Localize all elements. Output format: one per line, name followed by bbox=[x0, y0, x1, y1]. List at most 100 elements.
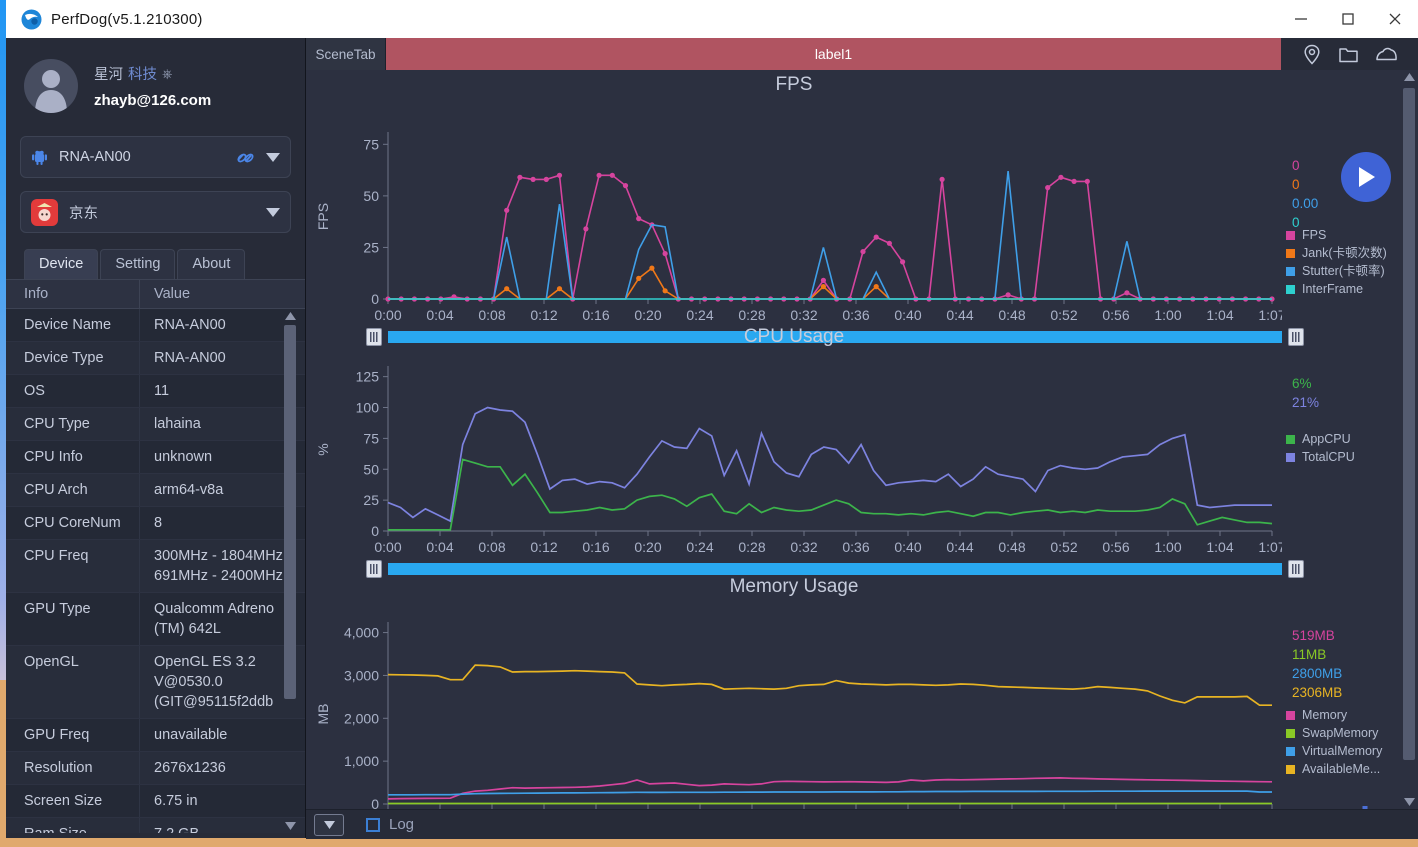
tab-device[interactable]: Device bbox=[24, 249, 99, 279]
window-title-bar: PerfDog(v5.1.210300) bbox=[6, 0, 1418, 38]
jd-app-icon bbox=[31, 198, 58, 226]
legend-value: 0 bbox=[1292, 177, 1300, 192]
legend-value: 519MB bbox=[1292, 628, 1335, 643]
legend-value: 2306MB bbox=[1292, 685, 1343, 700]
maximize-button[interactable] bbox=[1324, 0, 1371, 38]
chart-memory-usage: Memory Usage01,0002,0003,0004,000MB0:000… bbox=[306, 576, 1402, 809]
main-scrollbar[interactable] bbox=[1402, 70, 1416, 809]
cloud-icon[interactable] bbox=[1375, 45, 1398, 63]
svg-text:1:07: 1:07 bbox=[1258, 307, 1282, 323]
svg-text:0:24: 0:24 bbox=[686, 539, 713, 555]
chevron-down-icon[interactable] bbox=[266, 207, 280, 217]
svg-text:FPS: FPS bbox=[315, 203, 331, 230]
legend-item[interactable]: InterFrame bbox=[1286, 280, 1387, 298]
table-cell-value: 6.75 in bbox=[139, 785, 305, 817]
table-cell-key: GPU Freq bbox=[24, 727, 90, 743]
column-header-info: Info bbox=[24, 286, 49, 302]
table-cell-value: 300MHz - 1804MHz 691MHz - 2400MHz bbox=[139, 540, 305, 592]
device-selector[interactable]: RNA-AN00 bbox=[20, 136, 291, 178]
scroll-down-arrow[interactable] bbox=[283, 819, 297, 833]
collapse-panel-button[interactable] bbox=[314, 813, 344, 836]
legend-swatch-icon bbox=[1286, 248, 1295, 258]
legend-item[interactable]: VirtualMemory bbox=[1286, 742, 1382, 760]
app-selector[interactable]: 京东 bbox=[20, 191, 291, 233]
legend-swatch-icon bbox=[1286, 710, 1295, 720]
log-checkbox[interactable] bbox=[366, 817, 380, 832]
svg-text:1:00: 1:00 bbox=[1154, 539, 1181, 555]
table-cell-key: Device Name bbox=[24, 317, 112, 333]
table-cell-value: unavailable bbox=[139, 719, 305, 751]
legend-current-values: 6% 21% bbox=[1292, 374, 1319, 412]
svg-text:0:40: 0:40 bbox=[894, 307, 921, 323]
legend-swatch-icon bbox=[1286, 266, 1295, 276]
table-cell-key: CPU Arch bbox=[24, 482, 88, 498]
account-panel: 星河 科技 ⎈ zhayb@126.com bbox=[6, 38, 305, 130]
svg-text:0:16: 0:16 bbox=[582, 307, 609, 323]
location-pin-icon[interactable] bbox=[1302, 44, 1322, 65]
svg-text:0:28: 0:28 bbox=[738, 307, 765, 323]
svg-text:0:56: 0:56 bbox=[1102, 307, 1129, 323]
table-cell-value: Qualcomm Adreno (TM) 642L bbox=[139, 593, 305, 645]
chevron-down-icon[interactable] bbox=[266, 152, 280, 162]
table-cell-value: 11 bbox=[139, 375, 305, 407]
bottom-bar: Log bbox=[306, 809, 1418, 839]
folder-icon[interactable] bbox=[1338, 45, 1359, 64]
legend-value: 21% bbox=[1292, 395, 1320, 410]
scroll-up-arrow[interactable] bbox=[1402, 70, 1416, 84]
scroll-thumb[interactable] bbox=[284, 325, 296, 699]
svg-text:0:20: 0:20 bbox=[634, 307, 661, 323]
sidebar-scrollbar[interactable] bbox=[283, 309, 297, 833]
table-row: Device Type RNA-AN00 bbox=[6, 342, 305, 375]
legend-item[interactable]: AvailableMe... bbox=[1286, 760, 1382, 778]
legend-value: 0.00 bbox=[1292, 196, 1319, 211]
tab-about[interactable]: About bbox=[177, 249, 246, 279]
legend: AppCPU TotalCPU bbox=[1286, 430, 1355, 466]
close-button[interactable] bbox=[1371, 0, 1418, 38]
window-controls bbox=[1277, 0, 1418, 38]
svg-text:1:07: 1:07 bbox=[1258, 539, 1282, 555]
minimize-button[interactable] bbox=[1277, 0, 1324, 38]
legend-item[interactable]: Stutter(卡顿率) bbox=[1286, 262, 1387, 280]
account-name-part1: 星河 bbox=[94, 67, 123, 83]
label-tab[interactable]: label1 bbox=[386, 38, 1281, 70]
scene-tab[interactable]: SceneTab bbox=[306, 38, 386, 70]
usb-link-icon[interactable] bbox=[235, 149, 256, 166]
table-cell-key: Screen Size bbox=[24, 793, 103, 809]
perfdog-app-window: PerfDog(v5.1.210300) 星河 科技 ⎈ zhayb@126.c… bbox=[0, 0, 1418, 847]
scroll-down-arrow[interactable] bbox=[1402, 795, 1416, 809]
device-table-header: Info Value bbox=[6, 279, 305, 309]
table-row: CPU Arch arm64-v8a bbox=[6, 474, 305, 507]
svg-text:2,000: 2,000 bbox=[344, 710, 379, 726]
legend-label: FPS bbox=[1302, 228, 1327, 242]
svg-text:0:20: 0:20 bbox=[634, 539, 661, 555]
legend-item[interactable]: Jank(卡顿次数) bbox=[1286, 244, 1387, 262]
account-email: zhayb@126.com bbox=[94, 92, 212, 109]
table-row: CPU Info unknown bbox=[6, 441, 305, 474]
legend-item[interactable]: Memory bbox=[1286, 706, 1382, 724]
svg-text:0: 0 bbox=[371, 523, 379, 539]
scroll-up-arrow[interactable] bbox=[283, 309, 297, 323]
legend-item[interactable]: AppCPU bbox=[1286, 430, 1355, 448]
table-cell-key: CPU CoreNum bbox=[24, 515, 121, 531]
power-icon[interactable]: ⎈ bbox=[162, 66, 172, 82]
svg-text:0:12: 0:12 bbox=[530, 539, 557, 555]
tab-setting[interactable]: Setting bbox=[100, 249, 176, 279]
table-cell-value: 8 bbox=[139, 507, 305, 539]
legend-label: VirtualMemory bbox=[1302, 744, 1383, 758]
svg-text:75: 75 bbox=[363, 430, 379, 446]
account-name-row: 星河 科技 ⎈ bbox=[94, 63, 211, 84]
table-row: CPU Freq 300MHz - 1804MHz 691MHz - 2400MH… bbox=[6, 540, 305, 593]
table-cell-key: Resolution bbox=[24, 760, 93, 776]
legend-item[interactable]: TotalCPU bbox=[1286, 448, 1355, 466]
series-line bbox=[387, 777, 1273, 800]
table-cell-key: Device Type bbox=[24, 350, 104, 366]
log-toggle[interactable]: Log bbox=[366, 816, 414, 833]
range-track[interactable] bbox=[388, 563, 1282, 575]
legend-item[interactable]: SwapMemory bbox=[1286, 724, 1382, 742]
svg-text:25: 25 bbox=[363, 492, 379, 508]
legend-item[interactable]: FPS bbox=[1286, 226, 1387, 244]
chart-plot: 0 25 50 75 100 125% 0:00 0:04 0:08 0:12 0:16 0:20 0:… bbox=[315, 366, 1282, 555]
table-cell-value: OpenGL ES 3.2 V@0530.0 (GIT@95115f2ddb bbox=[139, 646, 305, 718]
scroll-thumb[interactable] bbox=[1403, 88, 1415, 760]
svg-text:0:36: 0:36 bbox=[842, 539, 869, 555]
